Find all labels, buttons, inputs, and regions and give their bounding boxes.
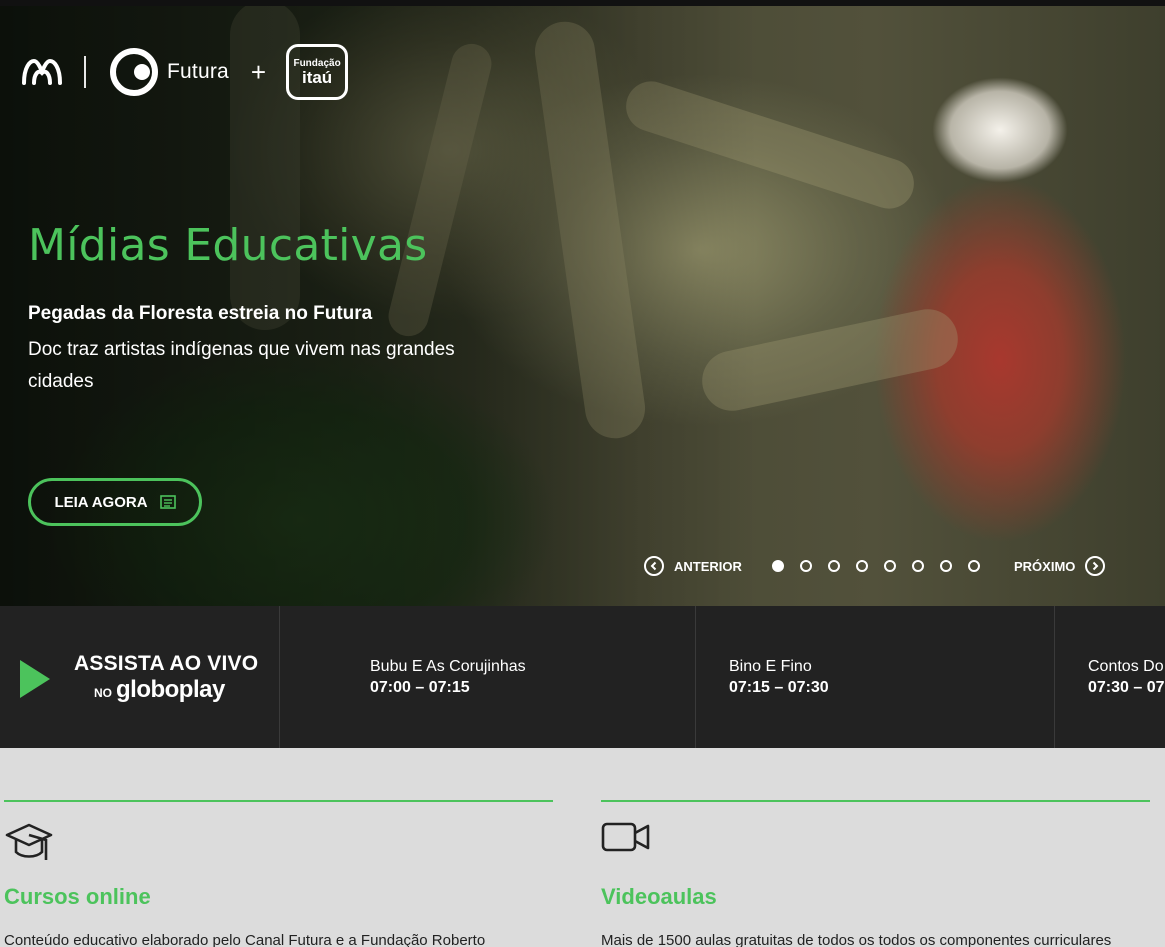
carousel-prev-button[interactable]: ANTERIOR [644,556,742,576]
hero-banner: Futura + Fundação itaú Mídias Educativas… [0,0,1165,606]
carousel-dot[interactable] [940,560,952,572]
plus-sign: + [250,56,267,87]
watch-live-button[interactable]: ASSISTA AO VIVO NO globoplay [0,606,280,748]
carousel-dot[interactable] [856,560,868,572]
card-title[interactable]: Cursos online [4,884,151,910]
live-schedule-bar: ASSISTA AO VIVO NO globoplay Bubu E As C… [0,606,1165,748]
program-name: Bino E Fino [729,658,812,675]
carousel-next-label: PRÓXIMO [1014,558,1076,574]
program-time: 07:00 – 07:15 [370,679,470,696]
video-camera-icon [601,822,650,852]
chevron-left-icon [644,556,664,576]
top-bar [0,0,1165,6]
carousel-dot[interactable] [828,560,840,572]
program-name: Contos Do [1088,658,1164,675]
fundacao-itau-logo[interactable]: Fundação itaú [286,44,349,100]
carousel-dot[interactable] [912,560,924,572]
carousel-dots [772,560,980,572]
hero-title: Mídias Educativas [28,220,428,271]
card-divider [4,800,553,802]
card-title[interactable]: Videoaulas [601,884,717,910]
document-icon [159,495,176,509]
watch-live-label: ASSISTA AO VIVO [74,652,259,675]
itau-logo-line2: itaú [301,68,333,87]
globoplay-logo: globoplay [116,676,225,703]
logo-divider [84,56,86,88]
card-text: Conteúdo educativo elaborado pelo Canal … [4,932,486,947]
schedule-item[interactable]: Bino E Fino 07:15 – 07:30 [696,606,1055,748]
card-videoaulas: Videoaulas Mais de 1500 aulas gratuitas … [601,800,1150,947]
program-name: Bubu E As Corujinhas [370,658,526,675]
program-time: 07:30 – 07 [1088,679,1165,696]
carousel-dot[interactable] [884,560,896,572]
futura-logo-icon[interactable] [108,46,160,98]
carousel-next-button[interactable]: PRÓXIMO [1014,556,1106,576]
globoplay-credit: NO globoplay [94,676,225,704]
hero-subtitle[interactable]: Pegadas da Floresta estreia no Futura [28,303,372,325]
brand-logos: Futura + Fundação itaú [20,44,349,100]
futura-wordmark: Futura [167,60,229,83]
chevron-right-icon [1085,556,1106,576]
carousel-prev-label: ANTERIOR [674,558,742,574]
carousel-dot[interactable] [800,560,812,572]
program-time: 07:15 – 07:30 [729,679,829,696]
graduation-cap-icon [5,823,53,860]
read-now-label: LEIA AGORA [54,493,148,511]
card-cursos-online: Cursos online Conteúdo educativo elabora… [4,800,553,947]
carousel-dot[interactable] [968,560,980,572]
carousel-dot[interactable] [772,560,784,572]
card-text: Mais de 1500 aulas gratuitas de todos os… [601,932,1112,947]
maismedia-logo-icon[interactable] [20,57,64,87]
schedule-item[interactable]: Contos Do 07:30 – 07 [1055,606,1165,748]
schedule-item[interactable]: Bubu E As Corujinhas 07:00 – 07:15 [280,606,696,748]
card-divider [601,800,1150,802]
hero-description: Doc traz artistas indígenas que vivem na… [28,339,455,392]
read-now-button[interactable]: LEIA AGORA [28,478,202,526]
globoplay-prefix: NO [94,686,112,700]
play-icon [20,660,50,698]
